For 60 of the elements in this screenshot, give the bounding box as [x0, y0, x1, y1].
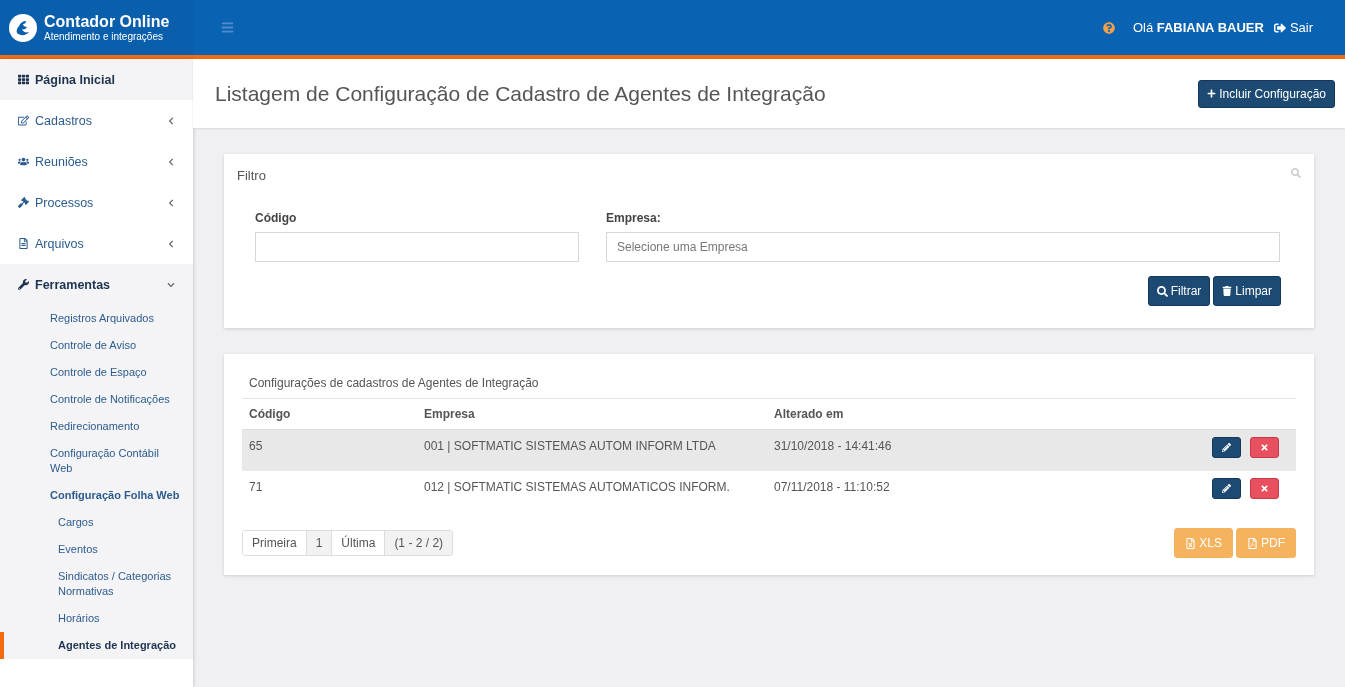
table-cell: 71: [242, 471, 417, 512]
table-cell: 31/10/2018 - 14:41:46: [767, 429, 1077, 471]
sidebar-item[interactable]: Página Inicial: [0, 59, 193, 100]
logout-link[interactable]: Sair: [1289, 20, 1313, 35]
menu-item-icon: [18, 197, 29, 208]
brand-subtitle: Atendimento e integrações: [44, 31, 164, 42]
logout-icon[interactable]: [1273, 21, 1286, 34]
chevron-left-icon: [167, 116, 175, 125]
bird-logo-icon: [8, 12, 38, 43]
sidebar-item[interactable]: Ferramentas: [0, 264, 193, 305]
page-link[interactable]: 1: [306, 531, 333, 555]
sidebar-item[interactable]: Cadastros: [0, 100, 193, 141]
input-field[interactable]: [255, 232, 579, 262]
table-cell: 65: [242, 429, 417, 471]
page-link[interactable]: (1 - 2 / 2): [385, 531, 453, 555]
page-title: Listagem de Configuração de Cadastro de Agentes de Integração: [215, 81, 826, 106]
field-label: Empresa:: [606, 211, 662, 225]
chevron-left-icon: [167, 157, 175, 166]
table-caption: Configurações de cadastros de Agentes de Integração: [242, 376, 1296, 399]
help-icon[interactable]: [1102, 21, 1115, 34]
table-cell: 001 | SOFTMATIC SISTEMAS AUTOM INFORM LTDA: [417, 429, 767, 471]
delete-button[interactable]: [1250, 478, 1279, 499]
filter-title: Filtro: [237, 168, 266, 183]
search-icon: [1156, 285, 1168, 297]
input-field[interactable]: Selecione uma Empresa: [606, 232, 1280, 262]
menu-item-icon: [18, 74, 29, 85]
menu-item-icon: [18, 238, 29, 249]
sidebar-item[interactable]: Processos: [0, 182, 193, 223]
sidebar-item[interactable]: Arquivos: [0, 223, 193, 264]
field-label: Código: [255, 211, 298, 225]
column-header: Empresa: [417, 399, 767, 430]
add-configuration-button[interactable]: Incluir Configuração: [1198, 79, 1335, 108]
page-link[interactable]: Primeira: [243, 531, 307, 555]
menu-item-icon: [18, 279, 29, 290]
menu-item-icon: [18, 156, 29, 167]
column-header: Código: [242, 399, 417, 430]
chevron-left-icon: [167, 198, 175, 207]
spreadsheet-file-icon: [1185, 537, 1197, 549]
chevron-left-icon: [167, 239, 175, 248]
trash-icon: [1222, 286, 1233, 296]
menu-item-icon: [18, 115, 29, 126]
delete-button[interactable]: [1250, 437, 1279, 458]
chevron-down-icon: [167, 280, 175, 289]
edit-button[interactable]: [1212, 478, 1241, 499]
column-header: Alterado em: [767, 399, 1077, 430]
plus-icon: [1207, 89, 1217, 98]
user-greeting: Olá FABIANA BAUER: [1132, 20, 1264, 35]
pencil-icon: [1222, 484, 1231, 493]
close-icon: [1260, 443, 1269, 452]
table-cell: 07/11/2018 - 11:10:52: [767, 471, 1077, 512]
pdf-file-icon: [1247, 537, 1258, 549]
edit-button[interactable]: [1212, 437, 1241, 458]
pencil-icon: [1222, 443, 1231, 452]
sidebar-item[interactable]: Reuniões: [0, 141, 193, 182]
filter-button[interactable]: Filtrar: [1147, 276, 1211, 306]
brand-title: Contador Online: [44, 13, 170, 31]
clear-button[interactable]: Limpar: [1213, 276, 1281, 306]
close-icon: [1260, 484, 1269, 493]
table-row[interactable]: 65 001 | SOFTMATIC SISTEMAS AUTOM INFORM LTDA 31/10/2018 - 14:41:46: [242, 429, 1296, 471]
table-cell: 012 | SOFTMATIC SISTEMAS AUTOMATICOS INFORM.: [417, 471, 767, 512]
